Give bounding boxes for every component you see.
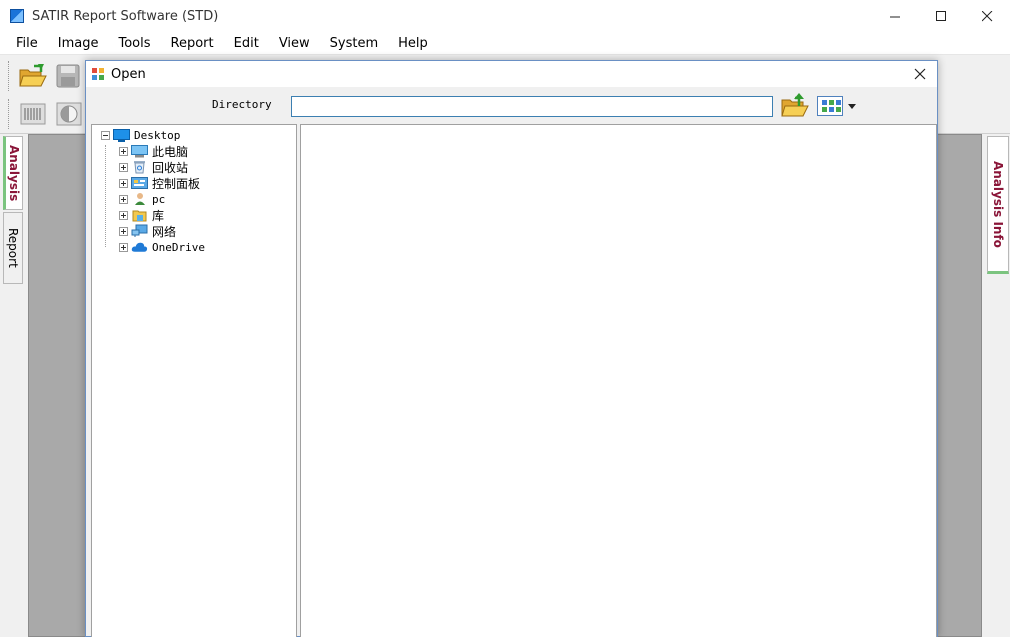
menu-system[interactable]: System	[320, 32, 388, 55]
tab-report-label: Report	[6, 228, 20, 268]
expand-toggle[interactable]	[119, 146, 128, 156]
window-controls	[872, 0, 1010, 32]
tab-analysis[interactable]: Analysis	[3, 136, 23, 210]
tree-label: pc	[152, 192, 166, 206]
toolbar-row-2	[8, 96, 89, 132]
tree-label: OneDrive	[152, 240, 205, 254]
window-title: SATIR Report Software (STD)	[32, 8, 219, 24]
expand-toggle[interactable]	[119, 242, 128, 252]
desktop-icon	[113, 128, 130, 142]
expand-toggle[interactable]	[119, 210, 128, 220]
save-disk-icon	[56, 64, 80, 88]
menu-report[interactable]: Report	[161, 32, 224, 55]
toolbar-row-1	[8, 58, 89, 94]
tree-node-recycle-bin[interactable]: 回收站	[119, 159, 188, 175]
expand-toggle[interactable]	[119, 178, 128, 188]
directory-input[interactable]	[291, 96, 773, 117]
parent-folder-button[interactable]	[781, 92, 809, 118]
expand-toggle[interactable]	[119, 162, 128, 172]
open-file-button[interactable]	[17, 61, 49, 91]
folder-tree[interactable]: Desktop 此电脑 回收站 控制面板 pc 库 网络 OneDrive	[91, 124, 297, 637]
close-window-button[interactable]	[964, 0, 1010, 32]
tree-label: 此电脑	[152, 144, 189, 159]
menu-help[interactable]: Help	[388, 32, 438, 55]
tree-label: 库	[152, 208, 165, 223]
dialog-title-bar: Open	[86, 61, 937, 87]
menu-tools[interactable]: Tools	[108, 32, 160, 55]
tab-analysis-label: Analysis	[7, 144, 21, 202]
menu-image[interactable]: Image	[48, 32, 109, 55]
palette-button[interactable]	[17, 99, 49, 129]
tree-node-pc[interactable]: pc	[119, 191, 165, 207]
menu-bar: File Image Tools Report Edit View System…	[0, 32, 1010, 55]
tab-report[interactable]: Report	[3, 212, 23, 284]
tree-label: 回收站	[152, 160, 189, 175]
tree-node-network[interactable]: 网络	[119, 223, 176, 239]
tree-node-this-pc[interactable]: 此电脑	[119, 143, 188, 159]
tree-node-desktop[interactable]: Desktop	[101, 127, 180, 143]
close-icon	[981, 10, 992, 21]
expand-toggle[interactable]	[119, 194, 128, 204]
folder-up-icon	[781, 93, 809, 117]
menu-edit[interactable]: Edit	[224, 32, 269, 55]
dialog-app-icon	[91, 67, 105, 81]
right-tab-strip: Analysis Info	[984, 134, 1010, 637]
file-list-pane[interactable]	[300, 124, 937, 637]
app-logo-icon	[10, 9, 24, 23]
computer-icon	[131, 144, 148, 158]
tree-node-onedrive[interactable]: OneDrive	[119, 239, 205, 255]
collapse-toggle[interactable]	[101, 130, 110, 140]
open-folder-icon	[19, 64, 47, 87]
view-mode-dropdown[interactable]	[817, 95, 859, 117]
contrast-icon	[56, 102, 82, 126]
tab-analysis-info[interactable]: Analysis Info	[987, 136, 1009, 274]
menu-file[interactable]: File	[0, 32, 48, 55]
network-icon	[131, 224, 148, 238]
recycle-bin-icon	[131, 160, 148, 174]
title-bar: SATIR Report Software (STD)	[0, 0, 1010, 32]
tree-connector	[105, 145, 106, 247]
library-icon	[131, 208, 148, 222]
toolbar-grip[interactable]	[8, 61, 11, 91]
tree-label: 网络	[152, 224, 177, 239]
left-tab-strip: Analysis Report	[0, 134, 26, 637]
menu-view[interactable]: View	[269, 32, 320, 55]
directory-label: Directory	[212, 98, 272, 111]
view-grid-icon	[817, 96, 843, 116]
chevron-down-icon	[848, 103, 856, 109]
tree-label: Desktop	[134, 128, 181, 142]
contrast-button[interactable]	[53, 99, 85, 129]
user-icon	[131, 192, 148, 206]
dialog-title: Open	[111, 66, 146, 82]
save-button[interactable]	[53, 61, 85, 91]
open-dialog: Open Directory Desktop 此电脑 回收站 控制面板 pc 库…	[85, 60, 938, 637]
control-panel-icon	[131, 176, 148, 190]
close-icon	[914, 68, 926, 80]
cloud-icon	[131, 240, 148, 254]
tree-label: 控制面板	[152, 176, 201, 191]
expand-toggle[interactable]	[119, 226, 128, 236]
minimize-button[interactable]	[872, 0, 918, 32]
minimize-icon	[889, 16, 900, 17]
tree-node-library[interactable]: 库	[119, 207, 164, 223]
dialog-close-button[interactable]	[911, 65, 929, 83]
tab-analysis-info-label: Analysis Info	[991, 160, 1005, 248]
toolbar-grip[interactable]	[8, 99, 11, 129]
tree-node-control-panel[interactable]: 控制面板	[119, 175, 200, 191]
maximize-icon	[935, 10, 946, 21]
maximize-button[interactable]	[918, 0, 964, 32]
barcode-palette-icon	[20, 103, 46, 125]
